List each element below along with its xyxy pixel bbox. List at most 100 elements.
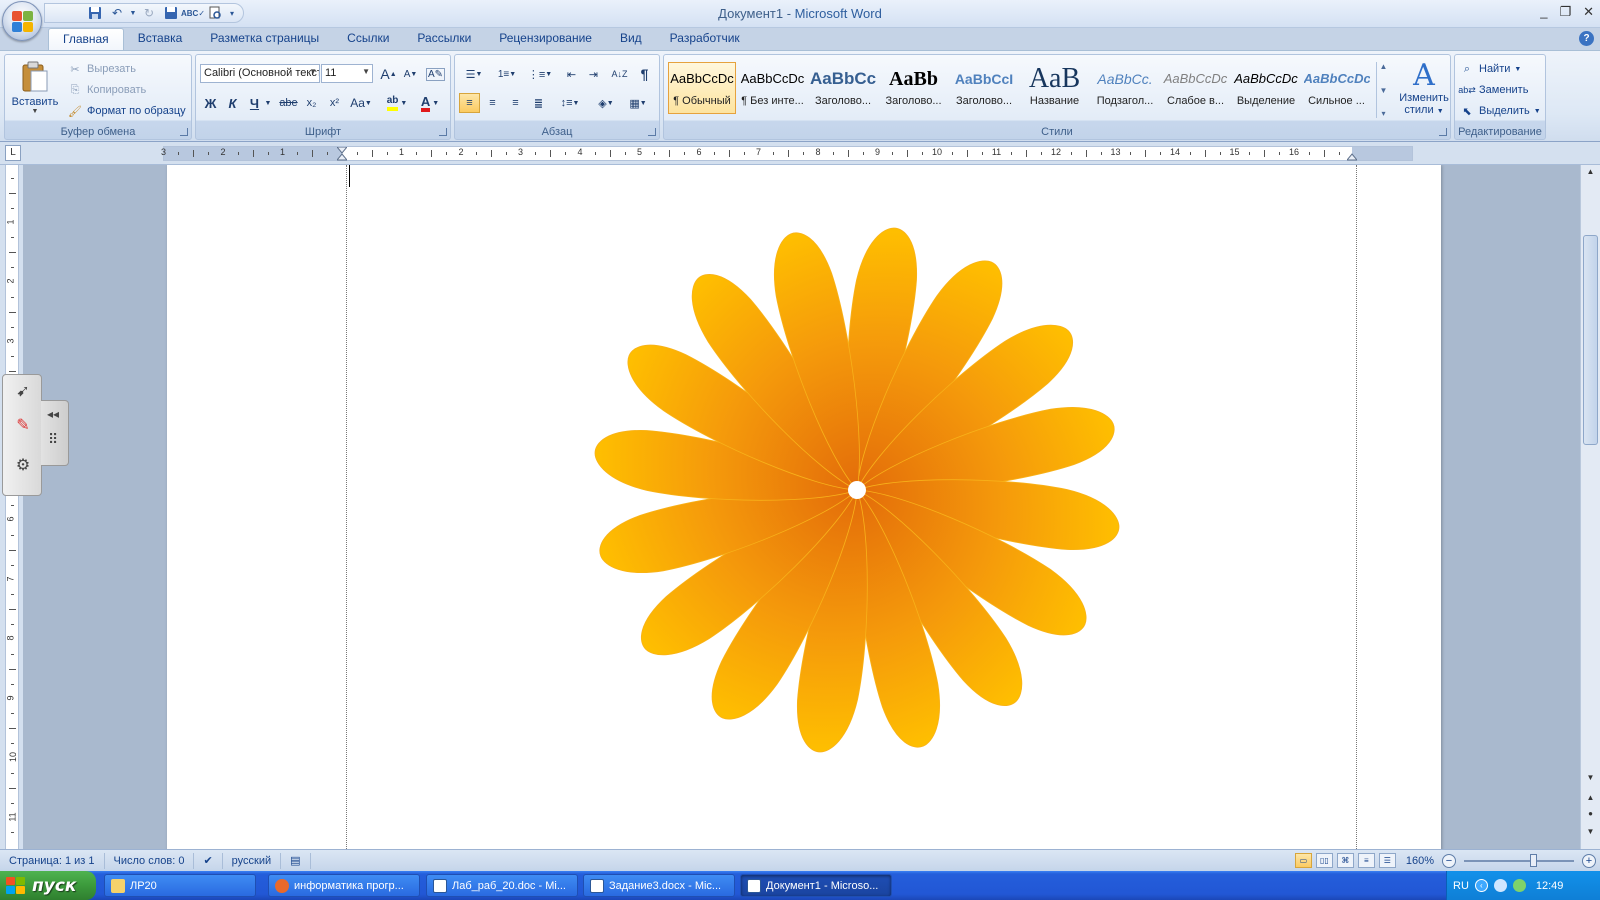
page-count[interactable]: Страница: 1 из 1 — [0, 852, 105, 869]
pointer-icon[interactable]: ➹ — [12, 381, 34, 403]
italic-button[interactable]: К — [222, 93, 243, 113]
font-size-combo[interactable]: 11 ▼ — [321, 64, 373, 83]
proofing-status[interactable]: ✔ — [194, 852, 223, 869]
styles-launcher-icon[interactable] — [1439, 128, 1447, 136]
clock[interactable]: 12:49 — [1536, 880, 1564, 892]
align-right-button[interactable]: ≡ — [505, 93, 526, 113]
font-color-button[interactable]: A ▼ — [415, 93, 445, 113]
minimize-button[interactable]: _ — [1540, 4, 1547, 20]
style-item[interactable]: AaBbCc. Подзагол... — [1091, 62, 1159, 114]
highlight-button[interactable]: ab ▼ — [382, 93, 412, 113]
restore-button[interactable]: ❐ — [1559, 4, 1571, 20]
taskbar-button[interactable]: Документ1 - Microso... — [740, 874, 892, 897]
copy-button[interactable]: ⎘ Копировать — [67, 82, 147, 98]
document-page[interactable] — [167, 165, 1441, 849]
right-indent-marker-icon[interactable] — [1347, 147, 1357, 161]
network-icon[interactable] — [1493, 879, 1507, 892]
font-launcher-icon[interactable] — [439, 128, 447, 136]
style-item[interactable]: AaBbCcDc ¶ Без инте... — [739, 62, 807, 114]
underline-dropdown[interactable]: ▼ — [263, 93, 273, 113]
tab-review[interactable]: Рецензирование — [485, 28, 606, 50]
tab-insert[interactable]: Вставка — [124, 28, 197, 50]
zoom-in-button[interactable]: + — [1582, 853, 1596, 868]
strikethrough-button[interactable]: abe — [278, 93, 299, 113]
format-painter-button[interactable]: 🖌 Формат по образцу — [67, 103, 186, 119]
gallery-down-icon[interactable]: ▼ — [1377, 86, 1390, 95]
show-marks-button[interactable]: ¶ — [634, 64, 655, 84]
tab-page-layout[interactable]: Разметка страницы — [196, 28, 333, 50]
justify-button[interactable]: ≣ — [528, 93, 549, 113]
tab-references[interactable]: Ссылки — [333, 28, 403, 50]
shrink-font-button[interactable]: A ▼ — [400, 64, 421, 84]
style-item[interactable]: AaB Название — [1021, 62, 1089, 114]
web-layout-button[interactable]: ⌘ — [1336, 853, 1354, 868]
tab-home[interactable]: Главная — [48, 28, 124, 50]
clipboard-launcher-icon[interactable] — [180, 128, 188, 136]
flower-shape[interactable] — [587, 220, 1127, 760]
taskbar-button[interactable]: Лаб_раб_20.doc - Mi... — [426, 874, 578, 897]
shading-button[interactable]: ◈ ▼ — [591, 93, 621, 113]
cut-button[interactable]: ✂ Вырезать — [67, 61, 136, 77]
superscript-button[interactable]: x² — [324, 93, 345, 113]
paragraph-launcher-icon[interactable] — [648, 128, 656, 136]
style-item[interactable]: AaBbCcI Заголово... — [950, 62, 1018, 114]
style-item[interactable]: AaBbCcDc Сильное ... — [1303, 62, 1371, 114]
clear-formatting-button[interactable]: A✎ — [425, 64, 446, 84]
paste-button[interactable]: Вставить ▼ — [9, 59, 61, 121]
vertical-scrollbar[interactable]: ▲ ▼ ▲ ● ▼ — [1580, 165, 1600, 849]
style-item[interactable]: AaBb Заголово... — [880, 62, 948, 114]
taskbar-button[interactable]: информатика прогр... — [268, 874, 420, 897]
language-indicator-tray[interactable]: RU — [1453, 880, 1469, 892]
keyboard-grid-icon[interactable]: ⠿ — [48, 431, 58, 448]
align-left-button[interactable]: ≡ — [459, 93, 480, 113]
pen-icon[interactable]: ✎ — [12, 415, 34, 437]
full-screen-reading-button[interactable]: ▯▯ — [1315, 853, 1333, 868]
paste-dropdown-icon[interactable]: ▼ — [9, 108, 61, 115]
zoom-level[interactable]: 160% — [1406, 855, 1434, 867]
style-item[interactable]: AaBbCcDc Выделение — [1232, 62, 1300, 114]
line-spacing-button[interactable]: ↕≡ ▼ — [555, 93, 585, 113]
outline-view-button[interactable]: ≡ — [1357, 853, 1375, 868]
scrollbar-thumb[interactable] — [1583, 235, 1598, 445]
gallery-up-icon[interactable]: ▲ — [1377, 62, 1390, 71]
borders-button[interactable]: ▦ ▼ — [623, 93, 653, 113]
word-count[interactable]: Число слов: 0 — [105, 852, 195, 869]
vertical-ruler[interactable]: 1234567891011 — [0, 165, 23, 849]
tab-mailings[interactable]: Рассылки — [403, 28, 485, 50]
multilevel-list-button[interactable]: ⋮≡ ▼ — [525, 64, 555, 84]
style-item[interactable]: AaBbCcDc Слабое в... — [1162, 62, 1230, 114]
scroll-up-icon[interactable]: ▲ — [1581, 167, 1600, 176]
subscript-button[interactable]: x₂ — [301, 93, 322, 113]
volume-icon[interactable] — [1512, 879, 1526, 892]
help-icon[interactable]: ? — [1579, 31, 1594, 46]
tab-view[interactable]: Вид — [606, 28, 656, 50]
bold-button[interactable]: Ж — [200, 93, 221, 113]
sort-button[interactable]: A↓Z — [609, 64, 630, 84]
draft-view-button[interactable]: ☰ — [1378, 853, 1396, 868]
gallery-more-icon[interactable]: ▾ — [1377, 109, 1390, 118]
macro-recording[interactable]: ▤ — [281, 852, 311, 869]
collapse-icon[interactable]: ◂◂ — [47, 407, 59, 421]
style-item[interactable]: AaBbCc Заголово... — [809, 62, 877, 114]
scroll-down-icon[interactable]: ▼ — [1581, 773, 1600, 782]
print-layout-view-button[interactable]: ▭ — [1294, 853, 1312, 868]
indent-marker-icon[interactable] — [337, 147, 347, 161]
taskbar-button[interactable]: ЛР20 — [104, 874, 256, 897]
align-center-button[interactable]: ≡ — [482, 93, 503, 113]
font-name-combo[interactable]: Calibri (Основной текст) ▼ — [200, 64, 320, 83]
change-case-button[interactable]: Aa ▼ — [347, 93, 375, 113]
browse-object-icon[interactable]: ● — [1581, 809, 1600, 818]
numbering-button[interactable]: 1≡ ▼ — [492, 64, 522, 84]
office-button[interactable] — [2, 1, 42, 41]
tab-selector-button[interactable]: L — [5, 145, 21, 161]
tablet-toolbar-handle[interactable]: ◂◂ ⠿ — [41, 400, 69, 466]
decrease-indent-button[interactable]: ⇤ — [561, 64, 582, 84]
tray-arrow-icon[interactable]: ‹ — [1474, 879, 1488, 892]
zoom-out-button[interactable]: − — [1442, 853, 1456, 868]
underline-button[interactable]: Ч — [244, 93, 265, 113]
zoom-slider[interactable] — [1464, 853, 1574, 867]
zoom-slider-thumb[interactable] — [1530, 853, 1537, 867]
tab-developer[interactable]: Разработчик — [656, 28, 754, 50]
start-button[interactable]: пуск — [0, 871, 96, 900]
close-button[interactable]: ✕ — [1583, 4, 1594, 20]
